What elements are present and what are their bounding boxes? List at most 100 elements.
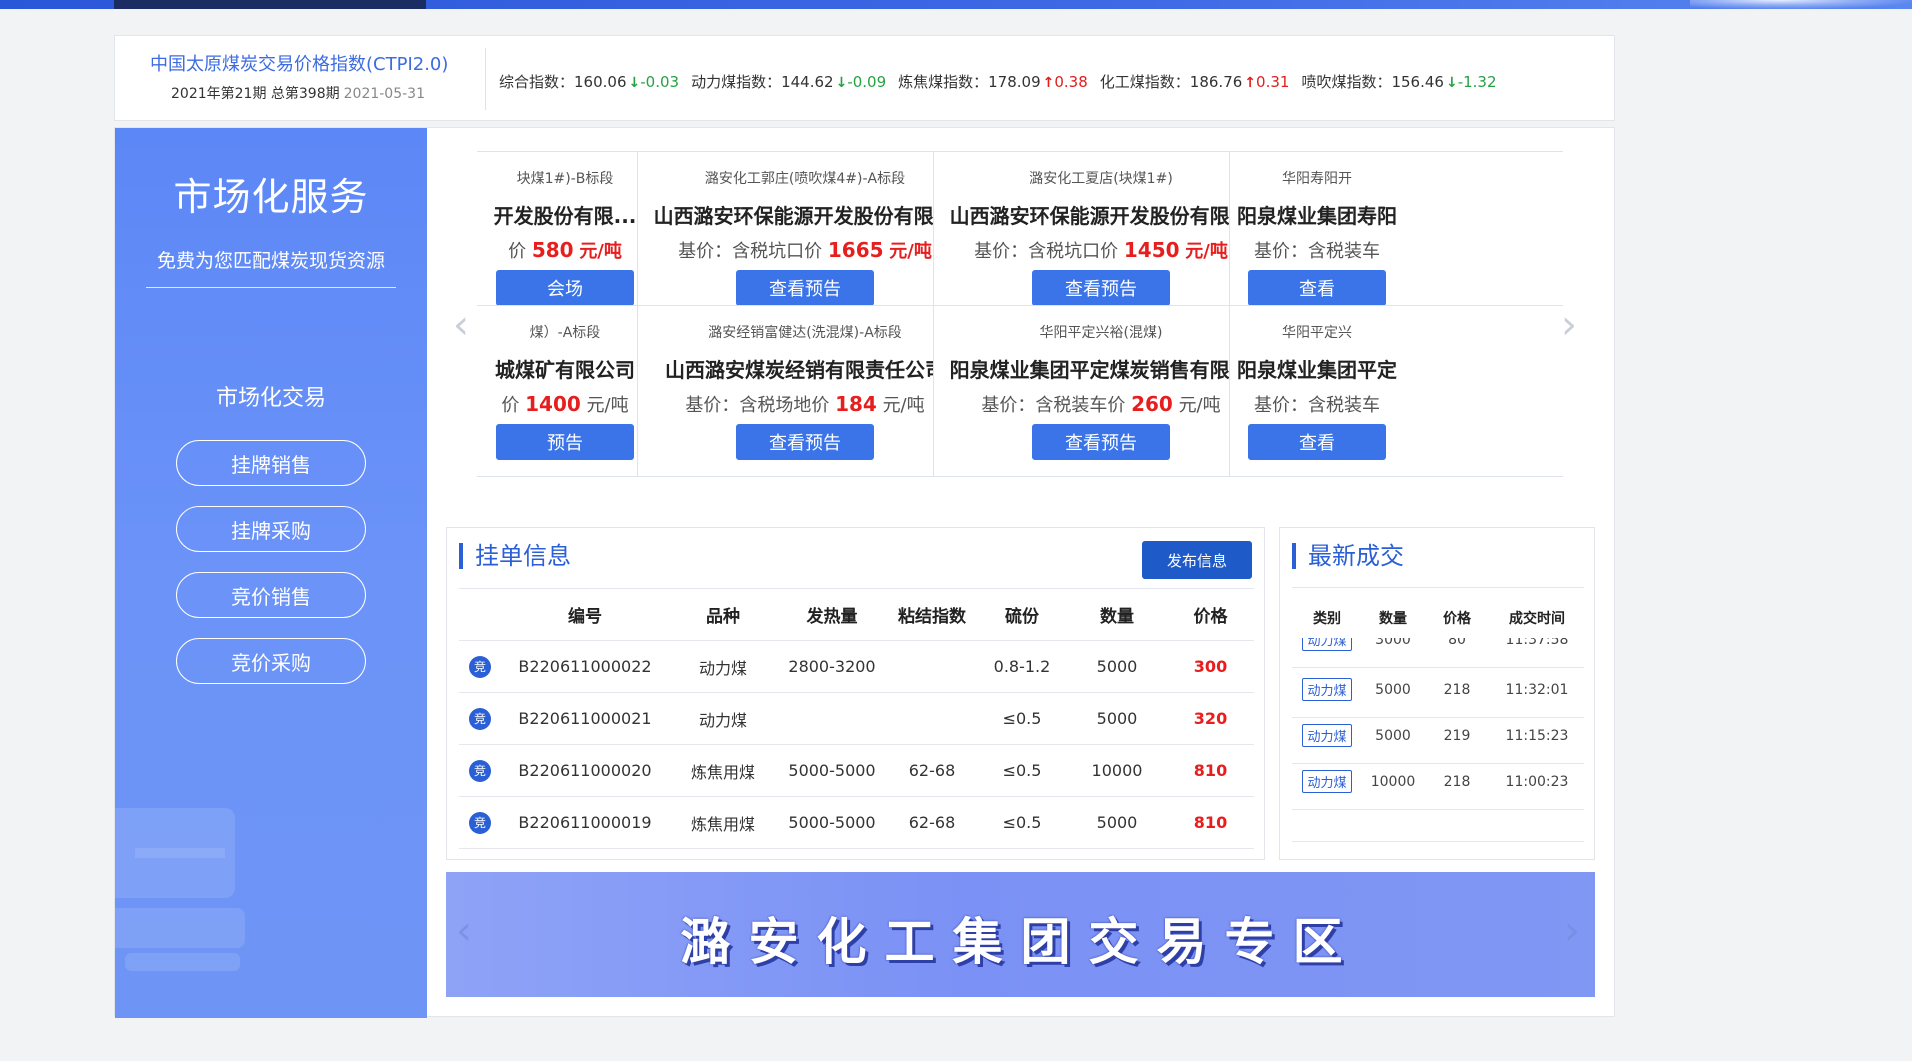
index-values: 综合指数：160.06 ↓-0.03 动力煤指数：144.62 ↓-0.09 炼焦煤指数… bbox=[499, 71, 1509, 92]
card-company: 阳泉煤业集团平定 bbox=[1237, 358, 1397, 382]
view-preview-button[interactable]: 查看预告 bbox=[1032, 270, 1170, 306]
price-index-bar: 中国太原煤炭交易价格指数(CTPI2.0) 2021年第21期 总第398期 20… bbox=[114, 35, 1615, 121]
banner-title: 潞安化工集团交易专区 bbox=[680, 913, 1361, 971]
deals-list[interactable]: 动力煤 3000 80 11:37:58 动力煤 5000 218 11:32:01 动力煤 50… bbox=[1292, 638, 1584, 842]
listing-cell-type: 动力煤 bbox=[669, 692, 777, 745]
auction-badge-icon: 竞 bbox=[469, 655, 491, 678]
card-segment: 华阳寿阳开 bbox=[1282, 171, 1352, 187]
view-preview-button[interactable]: 查看 bbox=[1248, 424, 1386, 460]
listing-row[interactable]: 竞 B220611000019 炼焦用煤 5000-5000 62-68 ≤0.5 5000… bbox=[459, 796, 1254, 849]
listing-cell-price: 300 bbox=[1167, 640, 1254, 693]
top-bar-dark-segment bbox=[114, 0, 426, 9]
card-price-value: 1665 bbox=[827, 238, 884, 262]
deal-cell-price: 219 bbox=[1443, 727, 1471, 744]
listing-panel: 挂单信息 发布信息 编号 品种 发热量 粘结指数 硫份 数量 价格 竞 B2206110000… bbox=[446, 527, 1265, 860]
arrow-up-icon: ↑ bbox=[1042, 75, 1055, 91]
listing-purchase-button[interactable]: 挂牌采购 bbox=[176, 506, 366, 552]
listing-header-row: 编号 品种 发热量 粘结指数 硫份 数量 价格 bbox=[459, 588, 1254, 641]
listing-cell-badge: 竞 bbox=[459, 692, 501, 745]
card-price: 基价：含税坑口价 1665 元/吨 bbox=[638, 237, 972, 263]
index-label: 喷吹煤指数： bbox=[1301, 73, 1392, 91]
carousel-next-arrow[interactable]: › bbox=[1561, 302, 1577, 348]
auction-badge-icon: 竞 bbox=[469, 707, 491, 730]
listing-cell-id: B220611000021 bbox=[501, 692, 669, 745]
card-price-label: 基价：含税装车价 bbox=[981, 395, 1126, 416]
view-preview-button[interactable]: 查看预告 bbox=[736, 270, 874, 306]
auction-sale-button[interactable]: 竞价销售 bbox=[176, 572, 366, 618]
deal-cell-time: 11:15:23 bbox=[1505, 727, 1569, 744]
listing-cell-badge: 竞 bbox=[459, 744, 501, 797]
carousel-prev-arrow[interactable]: ‹ bbox=[453, 302, 469, 348]
listing-col-header: 硫份 bbox=[977, 588, 1067, 641]
banner-next-arrow[interactable]: › bbox=[1564, 908, 1580, 954]
listing-sale-button[interactable]: 挂牌销售 bbox=[176, 440, 366, 486]
listing-cell-badge: 竞 bbox=[459, 796, 501, 849]
card-segment: 华阳平定兴 bbox=[1282, 325, 1352, 341]
listing-cell-bond bbox=[887, 692, 977, 745]
listing-cell-heat: 5000-5000 bbox=[777, 796, 887, 849]
listing-col-header: 粘结指数 bbox=[887, 588, 977, 641]
listing-cell-heat: 5000-5000 bbox=[777, 744, 887, 797]
listing-cell-sulfur: 0.8-1.2 bbox=[977, 640, 1067, 693]
view-preview-button[interactable]: 会场 bbox=[496, 270, 634, 306]
index-divider bbox=[485, 48, 486, 110]
card-price-value: 1400 bbox=[525, 392, 581, 416]
listing-cell-qty: 5000 bbox=[1067, 796, 1167, 849]
deal-row[interactable]: 动力煤 10000 218 11:00:23 bbox=[1292, 754, 1584, 810]
listing-cell-qty: 5000 bbox=[1067, 692, 1167, 745]
card-price: 基价：含税装车 bbox=[1150, 391, 1484, 417]
deal-cell-price: 218 bbox=[1443, 773, 1471, 790]
index-item: 综合指数：160.06 ↓-0.03 bbox=[499, 71, 679, 92]
index-issue-text: 2021年第21期 总第398期 bbox=[171, 86, 340, 102]
latest-deals-panel: 最新成交 类别 数量 价格 成交时间 动力煤 3000 80 11:37:58 动力煤 5… bbox=[1279, 527, 1595, 860]
auction-preview-card: 华阳寿阳开阳泉煤业集团寿阳 基价：含税装车 查看 bbox=[1229, 151, 1563, 323]
coal-type-tag: 动力煤 bbox=[1302, 724, 1352, 747]
market-service-title: 市场化服务 bbox=[173, 175, 369, 219]
card-price-label: 基价：含税坑口价 bbox=[678, 241, 823, 262]
listing-cell-bond: 62-68 bbox=[887, 796, 977, 849]
auction-preview-card: 华阳平定兴 阳泉煤业集团平定 基价：含税装车 查看 bbox=[1229, 305, 1563, 477]
listing-row[interactable]: 竞 B220611000020 炼焦用煤 5000-5000 62-68 ≤0.5 1000… bbox=[459, 744, 1254, 797]
listing-row[interactable]: 竞 B220611000022 动力煤 2800-3200 0.8-1.2 5000 300 bbox=[459, 640, 1254, 693]
main-content: 市场化服务 免费为您匹配煤炭现货资源 市场化交易 挂牌销售 挂牌采购 竞价销售 … bbox=[114, 127, 1615, 1018]
card-company: 阳泉煤业集团寿阳 bbox=[1237, 204, 1397, 228]
deals-divider bbox=[1292, 587, 1584, 588]
card-price-unit: 元/吨 bbox=[889, 241, 932, 262]
coal-type-tag: 动力煤 bbox=[1302, 638, 1352, 651]
deal-cell-type: 动力煤 bbox=[1292, 638, 1362, 651]
auction-badge-icon: 竞 bbox=[469, 759, 491, 782]
listing-col-header: 编号 bbox=[501, 588, 669, 641]
card-price-unit: 元/吨 bbox=[586, 395, 629, 416]
listing-cell-type: 炼焦用煤 bbox=[669, 796, 777, 849]
view-preview-button[interactable]: 查看预告 bbox=[736, 424, 874, 460]
view-preview-button[interactable]: 预告 bbox=[496, 424, 634, 460]
deal-cell-type: 动力煤 bbox=[1292, 678, 1362, 701]
auction-preview-card: 块煤1#)-B标段 开发股份有限... 价 580 元/吨 会场 bbox=[477, 151, 653, 323]
auction-purchase-button[interactable]: 竞价采购 bbox=[176, 638, 366, 684]
banner-prev-arrow[interactable]: ‹ bbox=[456, 908, 472, 954]
deals-col-price: 价格 bbox=[1443, 611, 1471, 627]
view-preview-button[interactable]: 查看预告 bbox=[1032, 424, 1170, 460]
auction-preview-card: 潞安经销富健达(洗混煤)-A标段 山西潞安煤炭经销有限责任公司 基价：含税场地价 1… bbox=[637, 305, 973, 477]
index-label: 炼焦煤指数： bbox=[898, 73, 989, 91]
listing-col-header: 价格 bbox=[1167, 588, 1254, 641]
card-company: 山西潞安煤炭经销有限责任公司 bbox=[665, 358, 945, 382]
top-bar bbox=[0, 0, 1912, 9]
deals-header-row: 类别 数量 价格 成交时间 bbox=[1292, 608, 1584, 628]
listing-cell-sulfur: ≤0.5 bbox=[977, 796, 1067, 849]
arrow-down-icon: ↓ bbox=[628, 75, 641, 91]
listing-cell-heat bbox=[777, 692, 887, 745]
publish-info-button[interactable]: 发布信息 bbox=[1142, 541, 1252, 579]
index-title[interactable]: 中国太原煤炭交易价格指数(CTPI2.0) bbox=[150, 50, 448, 76]
listing-cell-bond: 62-68 bbox=[887, 744, 977, 797]
card-company: 山西潞安环保能源开发股份有限... bbox=[653, 204, 957, 228]
listing-col-header: 发热量 bbox=[777, 588, 887, 641]
index-date: 2021-05-31 bbox=[343, 86, 425, 102]
luan-trade-zone-banner[interactable]: 潞安化工集团交易专区 ‹ › bbox=[446, 872, 1595, 997]
view-preview-button[interactable]: 查看 bbox=[1248, 270, 1386, 306]
index-value: 178.09 bbox=[988, 73, 1041, 91]
listing-row[interactable]: 竞 B220611000021 动力煤 ≤0.5 5000 320 bbox=[459, 692, 1254, 745]
listing-cell-price: 810 bbox=[1167, 796, 1254, 849]
card-price-label: 基价：含税装车 bbox=[1254, 241, 1380, 262]
deal-cell-qty: 3000 bbox=[1375, 638, 1411, 648]
